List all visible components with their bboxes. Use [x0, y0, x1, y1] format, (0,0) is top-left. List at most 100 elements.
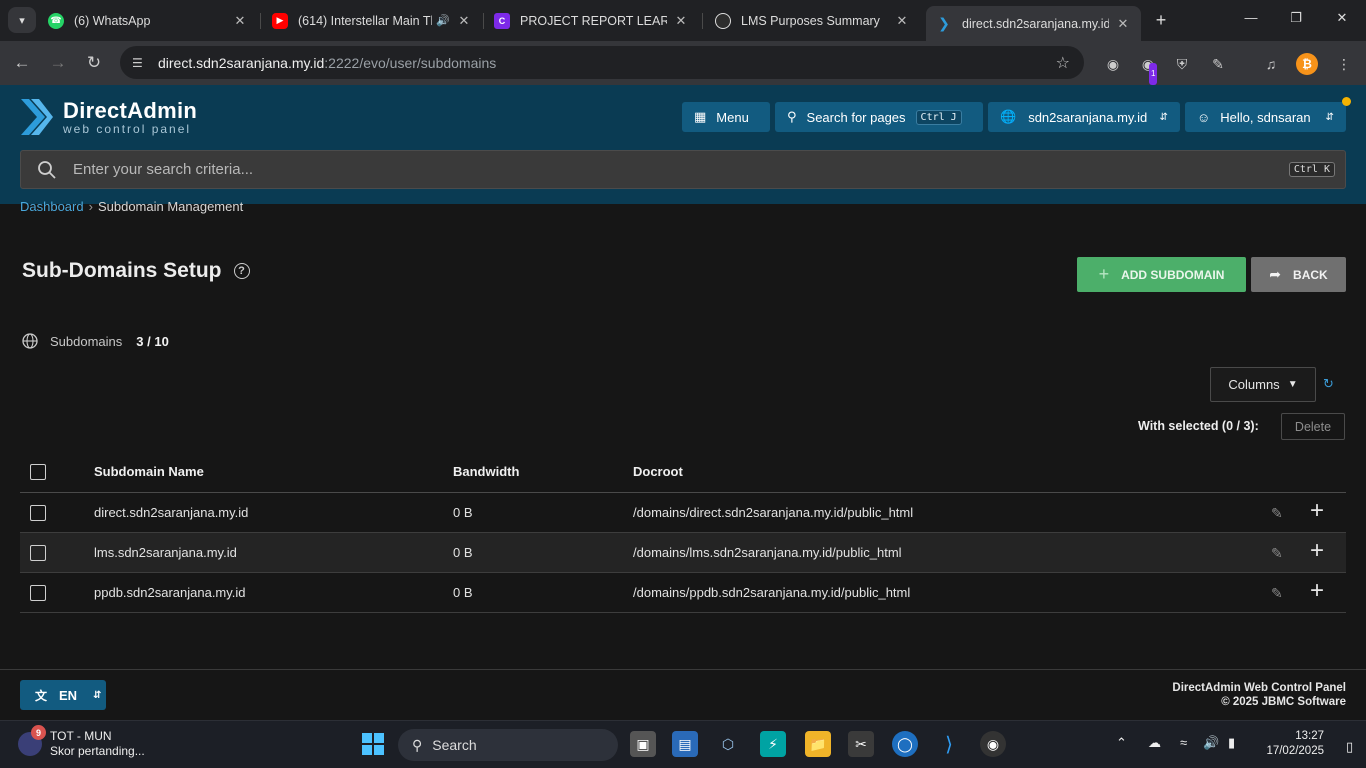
subdomain-usage-stat: Subdomains 3 / 10: [22, 333, 169, 349]
tab-title: direct.sdn2saranjana.my.id: [962, 16, 1109, 31]
media-control-icon[interactable]: ♫: [1260, 53, 1282, 75]
bolt-app-icon[interactable]: ⚡: [760, 731, 786, 757]
help-icon[interactable]: ?: [233, 263, 250, 279]
directadmin-logo[interactable]: DirectAdmin web control panel: [19, 97, 197, 137]
global-search-input[interactable]: Enter your search criteria... Ctrl K: [20, 150, 1346, 189]
language-selector[interactable]: 文 EN ⇵: [20, 680, 106, 710]
wifi-icon[interactable]: ≈: [1180, 735, 1187, 750]
search-pages-button[interactable]: ⚲ Search for pages Ctrl J: [775, 102, 983, 132]
domain-selector[interactable]: 🌐 sdn2saranjana.my.id ⇵: [988, 102, 1180, 132]
pencil-icon[interactable]: ✎: [1271, 545, 1283, 562]
close-icon[interactable]: ✕: [1115, 16, 1131, 32]
openai-icon: [715, 12, 731, 29]
pencil-icon[interactable]: ✎: [1271, 505, 1283, 522]
browser-app-icon[interactable]: ◯: [892, 731, 918, 757]
file-explorer-icon[interactable]: 📁: [805, 731, 831, 757]
windows-start-icon[interactable]: [360, 731, 386, 757]
subdomains-table: Subdomain Name Bandwidth Docroot direct.…: [20, 452, 1346, 613]
back-arrow-icon[interactable]: ←: [10, 51, 34, 75]
bitcoin-extension-icon[interactable]: ₿: [1296, 53, 1318, 75]
vscode-icon[interactable]: ⟩: [936, 731, 962, 757]
pencil-icon[interactable]: ✎: [1271, 585, 1283, 602]
reload-icon[interactable]: ↻: [82, 51, 106, 75]
close-icon[interactable]: ✕: [673, 13, 689, 29]
logo-title: DirectAdmin: [63, 98, 198, 123]
browser-tab[interactable]: ▶ (614) Interstellar Main Th 🔊 ✕: [262, 6, 482, 35]
back-button[interactable]: ➦ BACK: [1251, 257, 1346, 292]
back-label: BACK: [1293, 267, 1328, 282]
snipping-tool-icon[interactable]: ✂: [848, 731, 874, 757]
site-info-icon[interactable]: ☰: [132, 56, 148, 70]
row-checkbox[interactable]: [30, 505, 46, 521]
forward-arrow-icon[interactable]: →: [46, 51, 70, 75]
row-checkbox[interactable]: [30, 585, 46, 601]
menu-button[interactable]: ▦ Menu: [682, 102, 770, 132]
breadcrumb: Dashboard › Subdomain Management: [20, 199, 243, 214]
extension-shield-icon[interactable]: ⛨: [1171, 53, 1193, 75]
user-menu[interactable]: ☺ Hello, sdnsaran ⇵: [1185, 102, 1346, 132]
maximize-icon[interactable]: ❐: [1286, 10, 1306, 26]
table-row: ppdb.sdn2saranjana.my.id 0 B /domains/pp…: [20, 573, 1346, 613]
page-title: Sub-Domains Setup ?: [22, 259, 250, 283]
footer-text: DirectAdmin Web Control Panel © 2025 JBM…: [1172, 681, 1346, 709]
tray-overflow-icon[interactable]: ⌃: [1116, 735, 1127, 751]
chrome-icon[interactable]: ◉: [980, 731, 1006, 757]
news-widget[interactable]: 9 TOT - MUN Skor pertanding...: [18, 725, 145, 759]
tab-search-dropdown[interactable]: ▾: [8, 7, 36, 33]
add-subdomain-button[interactable]: + ADD SUBDOMAIN: [1077, 257, 1246, 292]
close-icon[interactable]: ✕: [232, 13, 248, 29]
column-docroot[interactable]: Docroot: [633, 464, 683, 479]
select-all-checkbox[interactable]: [30, 464, 46, 480]
address-bar[interactable]: ☰ direct.sdn2saranjana.my.id:2222/evo/us…: [120, 46, 1084, 79]
globe-icon: 🌐: [1000, 109, 1017, 124]
bookmark-star-icon[interactable]: ☆: [1056, 53, 1070, 73]
plus-icon[interactable]: +: [1310, 577, 1324, 605]
language-label: EN: [59, 687, 78, 703]
browser-tab-active[interactable]: ❯ direct.sdn2saranjana.my.id ✕: [926, 6, 1141, 41]
table-row: direct.sdn2saranjana.my.id 0 B /domains/…: [20, 493, 1346, 533]
plus-icon[interactable]: +: [1310, 537, 1324, 565]
subdomain-bandwidth: 0 B: [453, 545, 473, 560]
speaker-icon[interactable]: 🔊: [436, 14, 450, 27]
system-clock[interactable]: 13:27 17/02/2025: [1266, 729, 1324, 759]
browser-tab[interactable]: LMS Purposes Summary ✕: [705, 6, 920, 35]
page-title-text: Sub-Domains Setup: [22, 259, 222, 282]
notification-bell-icon[interactable]: ▯: [1346, 739, 1353, 755]
virtualbox-icon[interactable]: ⬡: [715, 731, 741, 757]
extension-cookie-icon[interactable]: ◉ 1: [1137, 53, 1159, 85]
plus-icon[interactable]: +: [1310, 497, 1324, 525]
chevron-updown-icon: ⇵: [1325, 111, 1334, 123]
taskbar-search[interactable]: ⚲ Search: [398, 729, 618, 761]
tab-title: PROJECT REPORT LEARNING: [520, 13, 667, 28]
close-icon[interactable]: ✕: [894, 13, 910, 29]
extension-badge: 1: [1149, 63, 1158, 85]
browser-tab[interactable]: C PROJECT REPORT LEARNING ✕: [484, 6, 699, 35]
volume-icon[interactable]: 🔊: [1203, 735, 1219, 751]
battery-icon[interactable]: ▮: [1228, 735, 1235, 751]
breadcrumb-dashboard-link[interactable]: Dashboard: [20, 199, 84, 214]
minimize-icon[interactable]: —: [1241, 10, 1261, 25]
task-view-icon[interactable]: ▣: [630, 731, 656, 757]
delete-label: Delete: [1294, 419, 1332, 434]
shortcut-hint: Ctrl J: [915, 109, 962, 125]
extension-adblock-icon[interactable]: ◉: [1102, 53, 1124, 75]
new-tab-button[interactable]: +: [1150, 9, 1172, 31]
extensions-puzzle-icon[interactable]: ✎: [1207, 53, 1229, 75]
notification-dot: [1342, 97, 1351, 106]
row-checkbox[interactable]: [30, 545, 46, 561]
columns-dropdown[interactable]: Columns ▼: [1210, 367, 1316, 402]
close-window-icon[interactable]: ✕: [1332, 10, 1352, 26]
close-icon[interactable]: ✕: [456, 13, 472, 29]
delete-button[interactable]: Delete: [1281, 413, 1345, 440]
column-subdomain-name[interactable]: Subdomain Name: [94, 464, 204, 479]
onedrive-icon[interactable]: ☁: [1148, 735, 1161, 751]
widgets-icon[interactable]: ▤: [672, 731, 698, 757]
browser-tab[interactable]: ☎ (6) WhatsApp ✕: [38, 6, 258, 35]
table-row: lms.sdn2saranjana.my.id 0 B /domains/lms…: [20, 533, 1346, 573]
column-bandwidth[interactable]: Bandwidth: [453, 464, 519, 479]
refresh-icon[interactable]: ↻: [1323, 376, 1334, 392]
subdomain-name: ppdb.sdn2saranjana.my.id: [94, 585, 246, 600]
address-host: direct.sdn2saranjana.my.id: [158, 54, 325, 71]
browser-menu-icon[interactable]: ⋮: [1333, 53, 1355, 75]
chevron-right-icon: ›: [88, 199, 93, 214]
